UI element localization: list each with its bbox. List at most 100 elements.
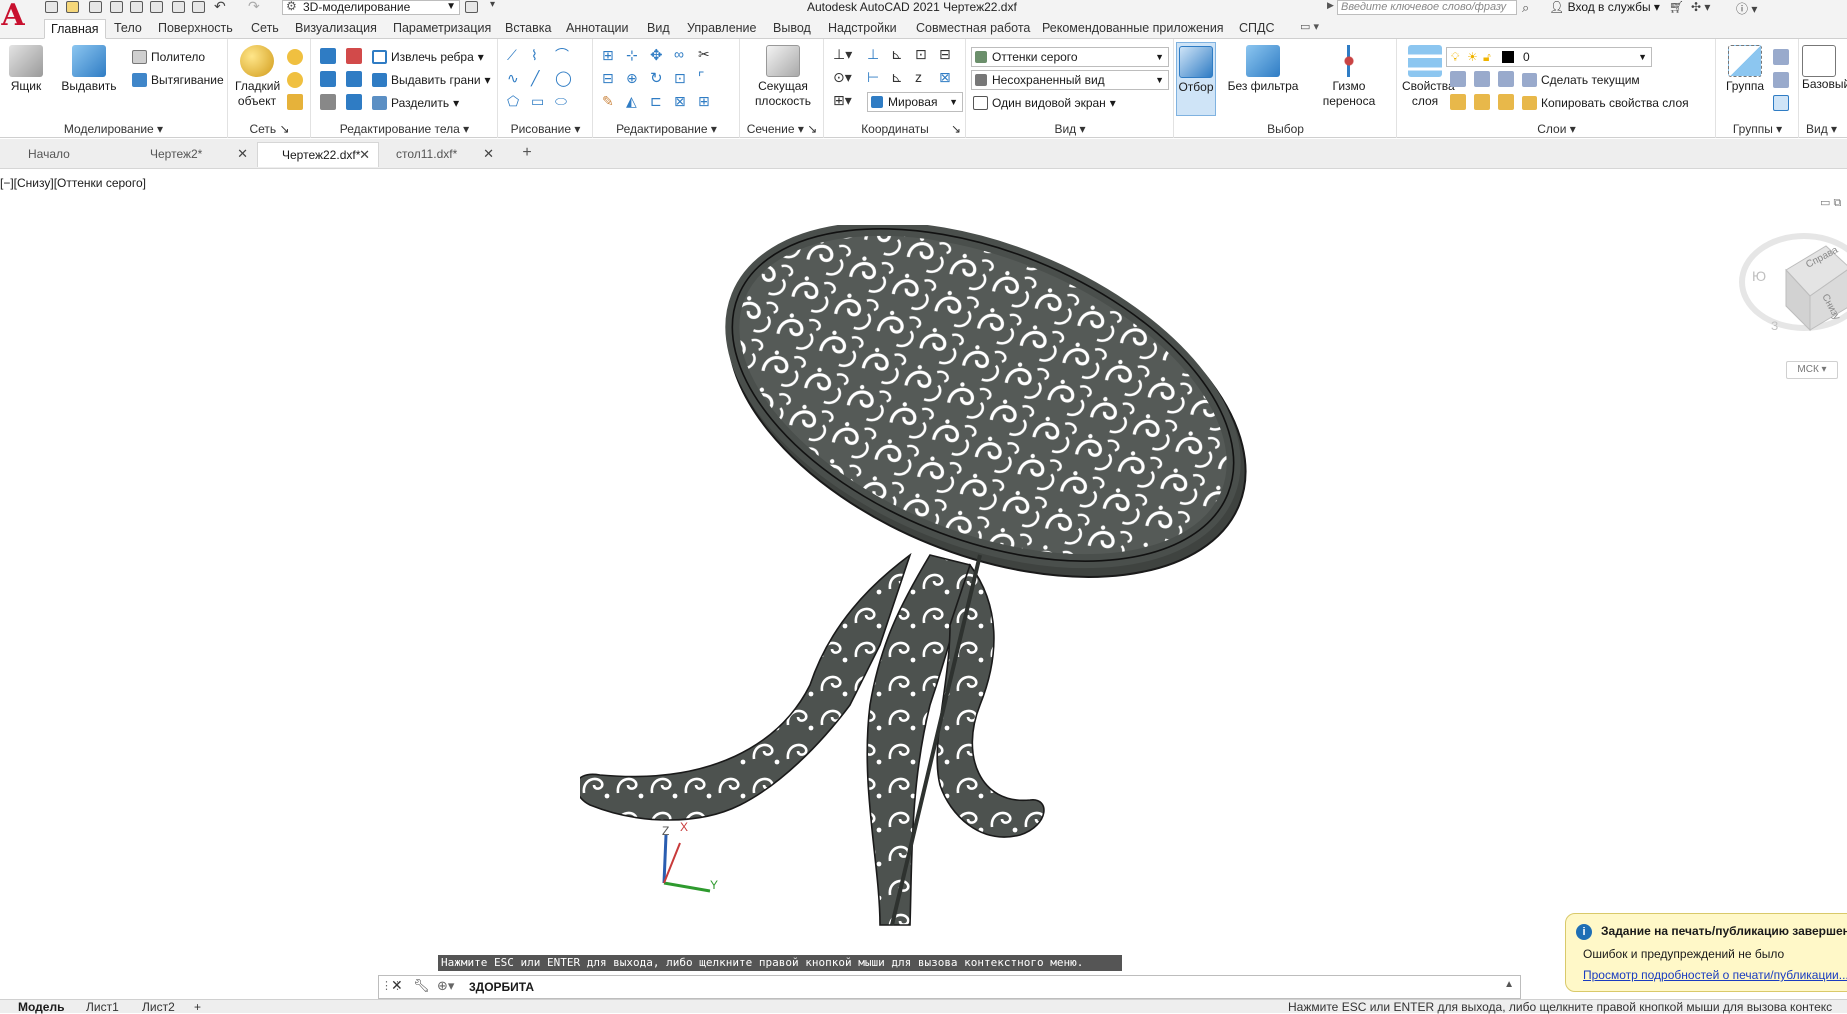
extract-edges-button[interactable]: Извлечь ребра ▾: [372, 47, 484, 67]
smooth-less-icon[interactable]: [287, 72, 303, 88]
layer-tool6-icon[interactable]: [1498, 94, 1514, 110]
extrude-button[interactable]: Выдавить: [60, 45, 118, 94]
plot-notification[interactable]: i Задание на печать/публикацию завершено…: [1565, 913, 1847, 992]
wrench-icon[interactable]: 🔧︎: [413, 978, 430, 994]
panel-title-layers[interactable]: Слои ▾: [1398, 122, 1715, 136]
refine-mesh-icon[interactable]: [287, 94, 303, 110]
union-icon[interactable]: [320, 48, 336, 64]
gizmo-button[interactable]: Гизмо переноса: [1313, 45, 1385, 109]
tab-visualize[interactable]: Визуализация: [289, 19, 383, 39]
panel-title-modeling[interactable]: Моделирование ▾: [0, 122, 227, 136]
trim-icon[interactable]: ✂: [698, 46, 710, 63]
notification-details-link[interactable]: Просмотр подробностей о печати/публикаци…: [1583, 968, 1847, 982]
offset-icon[interactable]: ⊏: [650, 93, 662, 110]
ucs-icon[interactable]: ⊥▾: [833, 46, 852, 63]
layer-tool5-icon[interactable]: [1474, 94, 1490, 110]
panel-title-groups[interactable]: Группы ▾: [1717, 122, 1798, 136]
add-layout-button[interactable]: +: [194, 1000, 201, 1014]
3dmove-icon[interactable]: ⊹: [626, 47, 638, 64]
mirror-icon[interactable]: ∞: [674, 46, 684, 62]
autocad-logo[interactable]: A: [0, 0, 26, 32]
tab-mesh[interactable]: Сеть: [245, 19, 285, 39]
line2-icon[interactable]: ╱: [531, 70, 539, 87]
match-layer-button[interactable]: Копировать свойства слоя: [1522, 93, 1689, 113]
rectangle-icon[interactable]: ▭: [531, 93, 544, 110]
open-file-icon[interactable]: [66, 1, 79, 13]
move-icon[interactable]: ✥: [650, 46, 663, 64]
stretch-icon[interactable]: ◭: [626, 93, 637, 110]
polysolid-button[interactable]: Полителo: [132, 47, 205, 67]
command-line[interactable]: ⋮⋮ ✕ 🔧︎ ⊕▾ 3ДОРБИТА ▲: [378, 975, 1521, 999]
ucs-origin-icon[interactable]: ⊾: [891, 46, 903, 63]
current-layer-select[interactable]: 💡︎ ☀ 🔓︎ 0 ▼: [1446, 47, 1652, 67]
group-button[interactable]: Группа: [1723, 45, 1767, 94]
ucs-3point-icon[interactable]: ⊙▾: [833, 69, 852, 86]
plot-icon[interactable]: [172, 1, 185, 13]
no-filter-button[interactable]: Без фильтра: [1223, 45, 1303, 94]
cart-icon[interactable]: 🛒︎: [1669, 0, 1684, 14]
group-select-icon[interactable]: [1773, 95, 1789, 111]
make-current-button[interactable]: Сделать текущим: [1522, 70, 1640, 90]
layer-properties-button[interactable]: Свойства слоя: [1400, 45, 1455, 109]
workspace-select[interactable]: ⚙ 3D-моделирование ▼: [282, 0, 460, 15]
tab-parametric[interactable]: Параметризация: [387, 19, 497, 39]
arc-icon[interactable]: ⌒: [555, 45, 569, 65]
base-view-button[interactable]: Базовый: [1802, 45, 1847, 92]
culling-button[interactable]: Отбор: [1176, 42, 1216, 116]
layer-tool2-icon[interactable]: [1474, 71, 1490, 87]
slice-icon[interactable]: [346, 71, 362, 87]
tab-view[interactable]: Вид: [641, 19, 676, 39]
separate-button[interactable]: Разделить ▾: [372, 93, 459, 113]
panel-title-modify[interactable]: Редактирование ▾: [594, 122, 739, 136]
layer-tool1-icon[interactable]: [1450, 71, 1466, 87]
login-button[interactable]: 👤︎ Вход в службы ▾: [1549, 0, 1660, 14]
new-tab-button[interactable]: +: [518, 145, 536, 163]
search-icon[interactable]: ⌕: [1522, 0, 1529, 16]
fillet-icon[interactable]: ⌜: [698, 69, 705, 86]
spline-icon[interactable]: ∿: [507, 70, 519, 87]
ucs-face-icon[interactable]: ⊠: [939, 69, 951, 86]
array-icon[interactable]: ⊟: [602, 70, 614, 87]
panel-title-coordinates[interactable]: Координаты ↘: [825, 122, 965, 136]
smooth-more-icon[interactable]: [287, 49, 303, 65]
presspull-button[interactable]: Вытягивание: [132, 70, 224, 90]
tab-solid[interactable]: Тело: [108, 19, 148, 39]
drawing-viewport[interactable]: [−][Снизу][Оттенки серого] ▭ ⧉ Ю З Справ…: [0, 170, 1847, 975]
doc-tab-table11[interactable]: стол11.dxf* ✕: [372, 142, 502, 167]
layer-tool4-icon[interactable]: [1450, 94, 1466, 110]
panel-title-section[interactable]: Сечение ▾ ↘: [741, 122, 823, 136]
close-icon[interactable]: ✕: [391, 977, 403, 994]
undo-icon[interactable]: ↶: [214, 0, 226, 15]
redo-icon[interactable]: ↷: [248, 0, 260, 15]
ucs-world-select[interactable]: Мировая ▼: [867, 92, 963, 112]
viewcube[interactable]: Ю З Справа Снизу: [1738, 210, 1847, 360]
qat-customize-icon[interactable]: ▾: [490, 0, 495, 10]
share-icon[interactable]: [465, 1, 478, 13]
polyline-icon[interactable]: ⌇: [531, 47, 538, 64]
viewport-controls-label[interactable]: [−][Снизу][Оттенки серого]: [0, 176, 146, 190]
save-icon[interactable]: [89, 1, 102, 13]
tab-surface[interactable]: Поверхность: [152, 19, 239, 39]
close-icon[interactable]: ✕: [237, 142, 248, 166]
web-mobile-save-icon[interactable]: [150, 1, 163, 13]
chevron-up-icon[interactable]: ▲: [1504, 979, 1514, 990]
section-plane-button[interactable]: Секущая плоскость: [747, 45, 819, 109]
ucs-z-icon[interactable]: z: [915, 69, 922, 85]
ungroup-icon[interactable]: [1773, 49, 1789, 65]
tab-addins[interactable]: Надстройки: [822, 19, 903, 39]
explode-icon[interactable]: ⊠: [674, 93, 686, 110]
extrude-faces-button[interactable]: Выдавить грани ▾: [372, 70, 491, 90]
doc-tab-drawing22[interactable]: Чертеж22.dxf* ✕: [257, 142, 379, 167]
interfere-icon[interactable]: [320, 71, 336, 87]
tab-manage[interactable]: Управление: [681, 19, 763, 39]
close-icon[interactable]: ✕: [483, 142, 494, 166]
visual-style-select[interactable]: Оттенки серого ▼: [971, 47, 1169, 67]
doc-tab-drawing2[interactable]: Чертеж2* ✕: [126, 142, 256, 167]
viewport-restore-icon[interactable]: ▭ ⧉: [1820, 196, 1841, 210]
smooth-object-button[interactable]: Гладкий объект: [233, 45, 281, 109]
ucs-x-icon[interactable]: ⊡: [915, 46, 927, 63]
save-as-icon[interactable]: [110, 1, 123, 13]
layout-tab-model[interactable]: Модель: [18, 1000, 64, 1014]
tab-home[interactable]: Главная: [44, 19, 106, 39]
viewport-config-button[interactable]: Один видовой экран ▾: [973, 93, 1116, 113]
